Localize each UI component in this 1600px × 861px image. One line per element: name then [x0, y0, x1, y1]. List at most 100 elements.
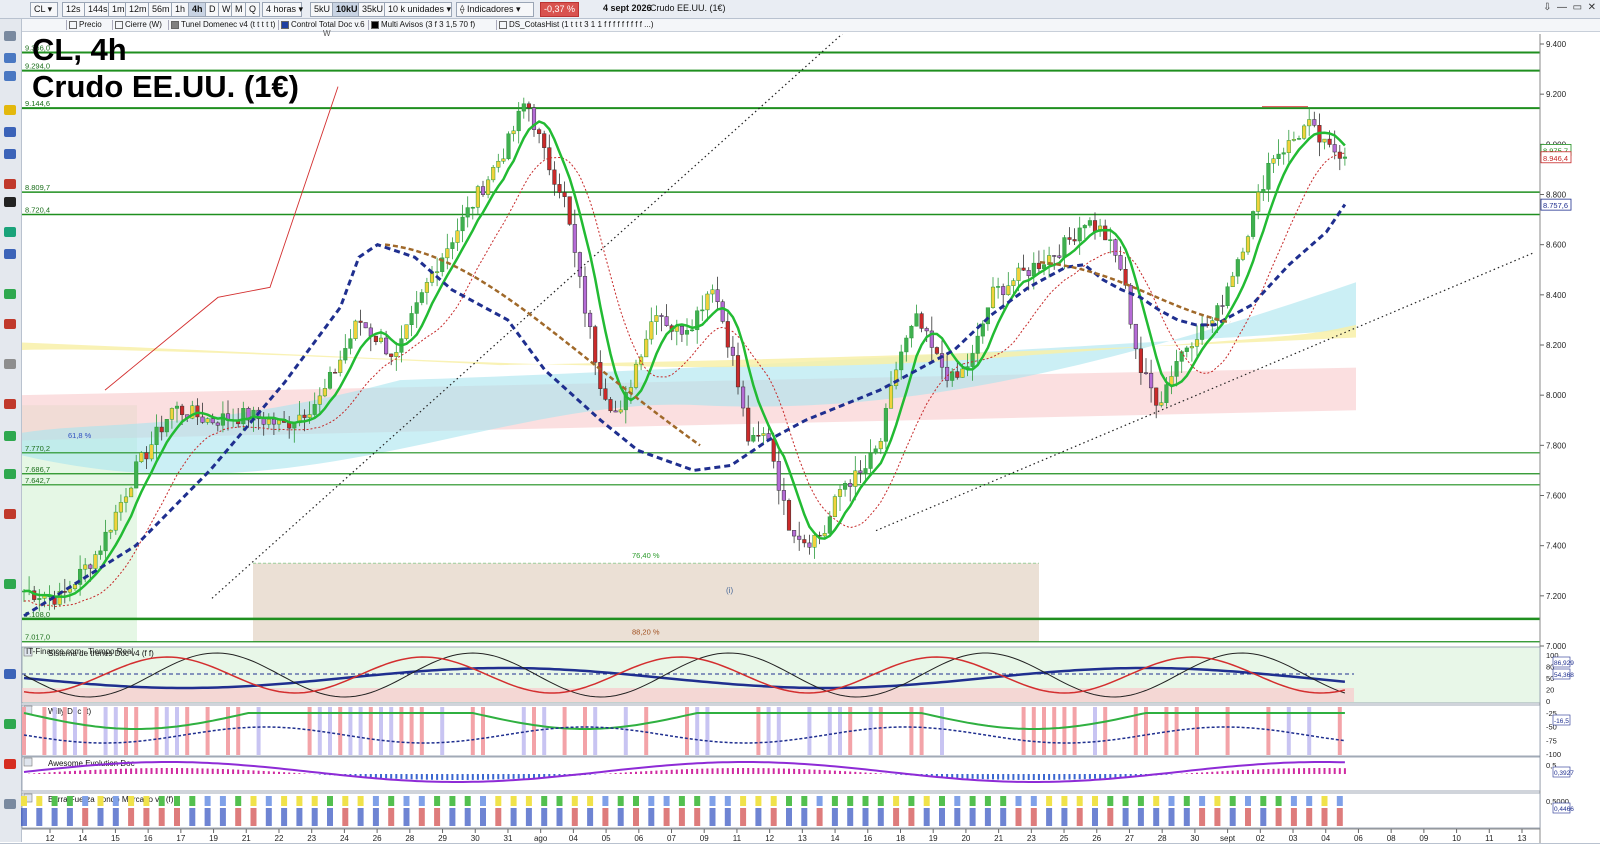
tf-12s[interactable]: 12s — [62, 2, 85, 17]
willy-bar — [980, 707, 985, 755]
line-icon[interactable] — [4, 197, 16, 207]
fib-icon[interactable] — [4, 249, 16, 259]
change-badge: -0,37 % — [540, 2, 580, 17]
unit-35ku[interactable]: 35kU — [358, 2, 388, 17]
zoom-out-icon[interactable] — [4, 71, 16, 81]
triangle-icon[interactable] — [4, 509, 16, 519]
tf-4h[interactable]: 4h — [188, 2, 207, 17]
strength-bar — [831, 808, 838, 826]
alert-icon[interactable] — [4, 105, 16, 115]
tf-56m[interactable]: 56m — [148, 2, 174, 17]
candle-body — [690, 329, 695, 332]
candle-body — [1194, 339, 1200, 347]
text-icon[interactable] — [4, 227, 16, 237]
info-marker[interactable]: (i) — [726, 586, 733, 595]
candle-body — [103, 531, 108, 552]
willy-bar — [1133, 707, 1138, 755]
candle-body — [531, 107, 537, 130]
candle-body — [501, 158, 506, 162]
y-tick-label: 8.000 — [1546, 391, 1567, 400]
willy-bar — [399, 707, 404, 755]
candle-body — [577, 252, 582, 277]
candle-body — [1296, 138, 1302, 140]
tf-q[interactable]: Q — [245, 2, 261, 17]
x-tick-label: 06 — [1354, 834, 1363, 843]
zoom-icon[interactable] — [4, 53, 16, 63]
indicators-button[interactable]: ⟠ Indicadores ▾ — [456, 2, 534, 17]
strength-bar — [663, 808, 670, 826]
strength-bar — [893, 808, 900, 826]
candle-body — [266, 418, 271, 425]
units-select[interactable]: 10 k unidades ▾ — [384, 2, 452, 17]
minimize-icon[interactable]: — — [1557, 2, 1567, 13]
tf-1h[interactable]: 1h — [171, 2, 190, 17]
rect-icon[interactable] — [4, 179, 16, 189]
indicator-tab-control[interactable]: Control Total Doc v.6 — [278, 20, 367, 30]
indicator-tab-precio[interactable]: Precio — [66, 20, 104, 30]
candle-body — [404, 324, 409, 339]
period-select[interactable]: 4 horas ▾ — [262, 2, 303, 17]
check-icon[interactable] — [4, 719, 16, 729]
indicator-tab-multi[interactable]: Multi Avisos (3 f 3 1,5 70 f) — [368, 20, 477, 30]
strength-bar — [556, 808, 563, 826]
willy-bar — [256, 707, 261, 755]
willy-bar — [838, 707, 842, 755]
strength-cell — [939, 796, 945, 806]
strength-bar — [786, 808, 792, 826]
willy-bar — [572, 707, 577, 755]
indicator-tab-cierre[interactable]: Cierre (W) — [112, 20, 164, 30]
strength-cell — [1290, 796, 1297, 806]
indicator-tab-cotashist[interactable]: DS_CotasHist (1 t t t 3 1 1 f f f f f f … — [496, 20, 656, 30]
candle-body — [384, 337, 389, 355]
willy-bar — [1276, 707, 1281, 755]
x-tick-label: ago — [534, 834, 548, 843]
indicator-tab-tunel[interactable]: Tunel Domenec v4 (t t t t t) — [168, 20, 277, 30]
y-tick-label: 7.800 — [1546, 441, 1567, 450]
pencil-icon[interactable] — [4, 127, 16, 137]
cycle-icon[interactable] — [4, 469, 16, 479]
willy-bar — [899, 707, 904, 755]
unit-5ku[interactable]: 5kU — [310, 2, 335, 17]
strength-bar — [1061, 808, 1068, 826]
ellipse-icon[interactable] — [4, 399, 16, 409]
panel-tag — [1552, 714, 1571, 726]
willy-bar — [277, 707, 281, 755]
tf-12m[interactable]: 12m — [125, 2, 151, 17]
candle-body — [1307, 119, 1312, 127]
candle-body — [970, 353, 975, 367]
cursor-icon[interactable] — [4, 31, 16, 41]
strength-cell — [1183, 796, 1190, 806]
arrow-icon[interactable] — [4, 149, 16, 159]
panel-tick: 0,5000 — [1546, 797, 1569, 806]
download-icon[interactable]: ⇩ — [1543, 2, 1551, 13]
strength-bar — [862, 808, 869, 826]
candle-body — [88, 564, 93, 569]
trendline-dotted — [875, 251, 1536, 532]
delete-icon[interactable] — [4, 759, 16, 769]
settings-icon[interactable] — [4, 799, 16, 809]
willy-bar — [1011, 707, 1016, 755]
grid-icon[interactable] — [4, 579, 16, 589]
candle-body — [1256, 191, 1261, 212]
candle-body — [720, 301, 725, 322]
symbol-select[interactable]: CL ▾ — [30, 2, 58, 17]
channel-icon[interactable] — [4, 289, 16, 299]
candle-body — [251, 409, 256, 421]
swatch — [171, 20, 179, 29]
ruler-icon[interactable] — [4, 359, 16, 369]
strength-cell — [633, 796, 639, 806]
chart-canvas: 9.366,0 9.294,0 9.144,6 8.809,7 8.720,4 7.770… — [21, 29, 1574, 843]
hline-icon[interactable] — [4, 319, 16, 329]
pitchfork-icon[interactable] — [4, 431, 16, 441]
strength-bar — [847, 808, 854, 826]
x-tick-label: 08 — [1387, 834, 1396, 843]
price-level-label: 9.366,0 — [25, 44, 50, 53]
calc-icon[interactable] — [4, 669, 16, 679]
panel-tag-label: -16,5 — [1554, 718, 1569, 725]
strength-bar — [128, 808, 135, 826]
maximize-icon[interactable]: ▭ — [1573, 2, 1582, 13]
willy-bar — [185, 707, 190, 755]
strength-cell — [1046, 796, 1053, 806]
close-icon[interactable]: ✕ — [1588, 2, 1596, 13]
strength-bar — [204, 808, 211, 826]
